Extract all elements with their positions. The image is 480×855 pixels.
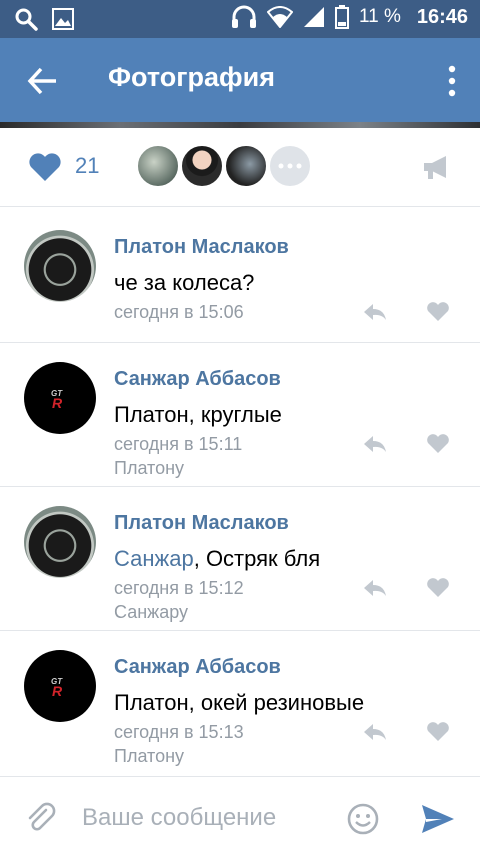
liker-avatar[interactable] <box>224 144 268 188</box>
heart-icon[interactable] <box>28 152 62 182</box>
comment-text: Санжар, Остряк бля <box>114 546 320 572</box>
clock: 16:46 <box>416 5 468 28</box>
divider <box>0 630 480 631</box>
status-bar: 11 % 16:46 <box>0 0 480 38</box>
app-bar: Фотография <box>0 38 480 122</box>
comment-time: сегодня в 15:13 <box>114 722 244 742</box>
gtr-logo: GTR <box>51 677 63 697</box>
signal-icon <box>303 7 324 27</box>
reply-icon[interactable] <box>362 722 388 742</box>
comment-author[interactable]: Платон Маслаков <box>114 236 289 259</box>
reply-icon[interactable] <box>362 578 388 598</box>
comment-body: , Остряк бля <box>193 546 321 571</box>
reply-icon[interactable] <box>362 434 388 454</box>
comment-time: сегодня в 15:11 <box>114 434 243 454</box>
message-input[interactable] <box>80 797 334 839</box>
likes-count[interactable]: 21 <box>75 153 99 179</box>
avatar[interactable] <box>24 506 96 578</box>
likes-row: 21 <box>0 128 480 206</box>
battery-percent: 11 % <box>358 6 401 27</box>
gtr-logo: GTR <box>51 389 63 409</box>
reply-target[interactable]: Платону <box>114 458 184 479</box>
svg-text:R: R <box>52 683 63 697</box>
like-icon[interactable] <box>426 433 450 454</box>
image-icon <box>52 8 74 30</box>
divider <box>0 486 480 487</box>
comment-text: Платон, круглые <box>114 402 282 428</box>
comment-time: сегодня в 15:12 <box>114 578 244 598</box>
comment-time: сегодня в 15:06 <box>114 302 244 322</box>
send-icon[interactable] <box>420 803 456 835</box>
like-icon[interactable] <box>426 721 450 742</box>
more-vertical-icon[interactable] <box>446 64 458 98</box>
comment-text: че за колеса? <box>114 270 254 296</box>
page-title: Фотография <box>108 62 275 92</box>
comment-mention[interactable]: Санжар <box>114 546 194 571</box>
liker-avatar[interactable] <box>180 144 224 188</box>
message-composer <box>0 776 480 855</box>
comment-body: че за колеса? <box>114 270 255 295</box>
wifi-icon <box>266 6 293 28</box>
reply-icon[interactable] <box>362 302 388 322</box>
divider <box>0 342 480 343</box>
comment-body: Платон, окей резиновые <box>114 690 365 715</box>
like-icon[interactable] <box>426 301 450 322</box>
like-icon[interactable] <box>426 577 450 598</box>
likers-avatars[interactable] <box>136 144 312 188</box>
comment-author[interactable]: Санжар Аббасов <box>114 368 281 391</box>
comment-author[interactable]: Платон Маслаков <box>114 512 289 535</box>
reply-target[interactable]: Санжару <box>114 602 188 623</box>
headphones-icon <box>231 5 256 28</box>
avatar[interactable]: GT R <box>24 650 96 722</box>
back-arrow-icon[interactable] <box>26 64 60 98</box>
emoji-icon[interactable] <box>347 803 379 835</box>
liker-avatar[interactable] <box>136 144 180 188</box>
divider <box>0 206 480 207</box>
more-likers-button[interactable] <box>268 144 312 188</box>
more-horizontal-icon <box>278 163 302 169</box>
reply-target[interactable]: Платону <box>114 746 184 767</box>
megaphone-icon[interactable] <box>422 154 450 180</box>
search-icon <box>15 8 38 31</box>
comment-author[interactable]: Санжар Аббасов <box>114 656 281 679</box>
svg-text:R: R <box>52 395 63 409</box>
avatar[interactable] <box>24 230 96 302</box>
comment-text: Платон, окей резиновые <box>114 690 364 716</box>
paperclip-icon[interactable] <box>26 802 56 834</box>
comment-body: Платон, круглые <box>114 402 282 427</box>
avatar[interactable]: GT R <box>24 362 96 434</box>
battery-icon <box>334 5 349 29</box>
